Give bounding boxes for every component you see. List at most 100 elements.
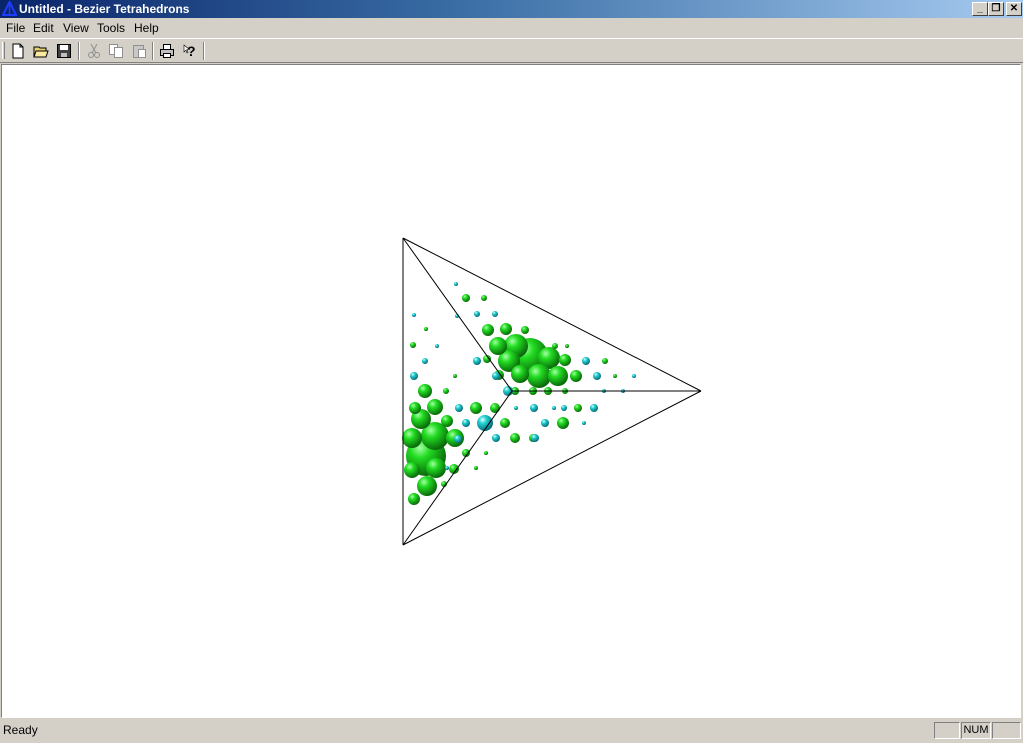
cyan-control-sphere (454, 282, 458, 286)
cyan-control-sphere (590, 404, 598, 412)
green-control-sphere (404, 462, 420, 478)
new-document-icon (12, 43, 24, 59)
green-control-sphere (417, 476, 437, 496)
copy-icon (109, 44, 123, 58)
menu-bar: File Edit View Tools Help (0, 18, 1023, 38)
green-control-sphere (511, 365, 529, 383)
tetrahedron-scene[interactable] (2, 65, 1020, 717)
cyan-control-sphere (473, 357, 481, 365)
cyan-control-sphere (492, 434, 500, 442)
save-button[interactable] (54, 42, 74, 60)
cyan-control-sphere (454, 435, 462, 443)
cyan-control-sphere (514, 406, 518, 410)
print-icon (160, 44, 174, 58)
cyan-control-sphere (632, 374, 636, 378)
cyan-control-sphere (474, 311, 480, 317)
toolbar-separator (203, 42, 205, 60)
cyan-control-sphere (492, 311, 498, 317)
cyan-control-sphere (410, 372, 418, 380)
cyan-control-sphere (582, 357, 590, 365)
toolbar-grip[interactable] (2, 42, 5, 59)
green-control-sphere (602, 358, 608, 364)
cyan-control-sphere (531, 434, 539, 442)
cut-button[interactable] (84, 42, 104, 60)
caps-indicator (934, 722, 960, 739)
green-control-sphere (570, 370, 582, 382)
cyan-control-sphere (561, 405, 567, 411)
bezier-control-spheres (402, 282, 636, 505)
green-control-sphere (548, 366, 568, 386)
menu-file[interactable]: File (6, 21, 25, 35)
paste-icon (133, 45, 146, 58)
cyan-control-sphere (462, 419, 470, 427)
green-control-sphere (484, 451, 488, 455)
help-button[interactable]: ? (180, 42, 200, 60)
toolbar-separator (152, 42, 154, 60)
menu-view[interactable]: View (63, 21, 89, 35)
green-control-sphere (408, 493, 420, 505)
help-question-icon: ? (183, 43, 196, 59)
toolbar-separator (78, 42, 80, 60)
green-control-sphere (402, 428, 422, 448)
green-control-sphere (574, 404, 582, 412)
green-control-sphere (474, 466, 478, 470)
green-control-sphere (500, 418, 510, 428)
open-folder-icon (33, 46, 49, 58)
cyan-control-sphere (552, 406, 556, 410)
green-control-sphere (443, 388, 449, 394)
green-control-sphere (500, 323, 512, 335)
green-control-sphere (424, 327, 428, 331)
cut-scissors-icon (88, 43, 100, 58)
open-button[interactable] (31, 42, 51, 60)
green-control-sphere (409, 402, 421, 414)
green-control-sphere (510, 433, 520, 443)
save-disk-icon (57, 44, 71, 58)
green-control-sphere (462, 294, 470, 302)
scroll-indicator (992, 722, 1021, 739)
status-bar: Ready NUM (0, 719, 1023, 743)
num-indicator: NUM (961, 722, 991, 739)
svg-text:?: ? (187, 43, 196, 59)
green-control-sphere (559, 354, 571, 366)
green-control-sphere (521, 326, 529, 334)
cyan-control-sphere (422, 358, 428, 364)
restore-button[interactable]: ❐ (988, 2, 1004, 16)
close-button[interactable]: ✕ (1006, 2, 1022, 16)
menu-help[interactable]: Help (134, 21, 159, 35)
green-control-sphere (441, 415, 453, 427)
green-control-sphere (490, 403, 500, 413)
cyan-control-sphere (412, 313, 416, 317)
green-control-sphere (557, 417, 569, 429)
toolbar: ? (0, 38, 1023, 63)
green-control-sphere (565, 344, 569, 348)
cyan-control-sphere (455, 404, 463, 412)
drawing-canvas[interactable] (1, 64, 1021, 718)
green-control-sphere (552, 343, 558, 349)
cyan-control-sphere (530, 404, 538, 412)
cyan-control-sphere (593, 372, 601, 380)
copy-button[interactable] (106, 42, 126, 60)
title-bar[interactable]: Untitled - Bezier Tetrahedrons _ ❐ ✕ (0, 0, 1023, 18)
green-control-sphere (427, 399, 443, 415)
cyan-control-sphere (435, 344, 439, 348)
cyan-control-sphere (582, 421, 586, 425)
green-control-sphere (426, 458, 446, 478)
menu-tools[interactable]: Tools (97, 21, 125, 35)
paste-button[interactable] (129, 42, 149, 60)
print-button[interactable] (157, 42, 177, 60)
green-control-sphere (481, 295, 487, 301)
menu-edit[interactable]: Edit (33, 21, 54, 35)
window-title: Untitled - Bezier Tetrahedrons (19, 2, 190, 16)
green-control-sphere (489, 337, 507, 355)
app-tetrahedron-icon (2, 1, 17, 16)
green-control-sphere (482, 324, 494, 336)
green-control-sphere (418, 384, 432, 398)
green-control-sphere (527, 364, 551, 388)
status-text: Ready (3, 723, 38, 737)
cyan-control-sphere (445, 466, 449, 470)
green-control-sphere (470, 402, 482, 414)
green-control-sphere (410, 342, 416, 348)
new-button[interactable] (8, 42, 28, 60)
cyan-control-sphere (541, 419, 549, 427)
minimize-button[interactable]: _ (972, 2, 988, 16)
